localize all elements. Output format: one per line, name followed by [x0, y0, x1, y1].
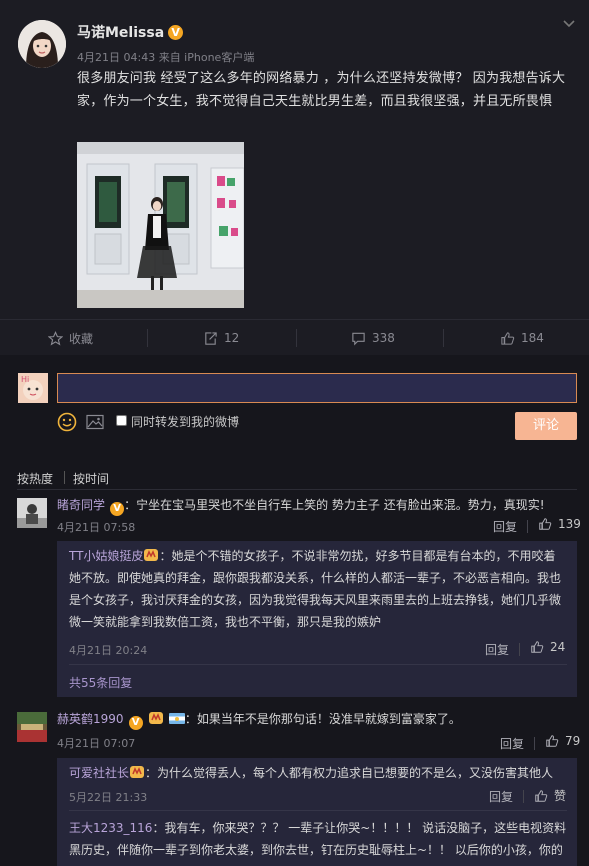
post-text: 很多朋友问我 经受了这么多年的网络暴力 ，为什么还坚持发微博？ 因为我想告诉大家…: [77, 71, 566, 109]
divider: [64, 471, 65, 484]
replier-name[interactable]: 王大1233_116: [69, 821, 152, 835]
comment-text: ：宁坐在宝马里哭也不坐自行车上笑的 势力主子 还有脸出来混。势力，真现实!: [124, 498, 545, 512]
comment-time: 4月21日 07:58: [57, 521, 136, 534]
divider: [443, 329, 444, 347]
reply-thread: TT小姑娘挺皮 ：她是个不错的女孩子，不说非常勿扰，好多节目都是有台本的，不用咬着…: [57, 541, 577, 697]
reply-text: ：为什么觉得丢人，每个人都有权力追求自已想要的不是么，又没伤害其他人: [145, 766, 554, 780]
reply-button[interactable]: 回复: [489, 788, 513, 805]
comment-count: 338: [372, 331, 395, 345]
repost-icon: [205, 331, 217, 345]
verified-badge-icon: V: [168, 25, 184, 40]
divider: [17, 489, 577, 490]
author-name[interactable]: 马诺Melissa: [77, 25, 164, 41]
reply-item: 可爱社社长 ：为什么觉得丢人，每个人都有权力追求自已想要的不是么，又没伤害其他人: [69, 762, 569, 784]
comment-like-button[interactable]: 79: [545, 734, 580, 748]
reply-thread: 可爱社社长 ：为什么觉得丢人，每个人都有权力追求自已想要的不是么，又没伤害其他人 …: [57, 758, 577, 866]
reply-item: TT小姑娘挺皮 ：她是个不错的女孩子，不说非常勿扰，好多节目都是有台本的，不用咬着…: [69, 545, 567, 633]
post-author[interactable]: 马诺Melissa V: [77, 22, 184, 42]
reply-time: 4月21日 20:24: [69, 644, 148, 657]
reply-button[interactable]: 回复: [500, 735, 524, 752]
member-badge-icon: [148, 711, 164, 725]
member-badge-icon: [129, 764, 145, 778]
divider: [296, 329, 297, 347]
more-replies-link[interactable]: 共55条回复: [69, 674, 132, 691]
divider: [527, 520, 528, 533]
author-avatar[interactable]: [18, 20, 66, 68]
replier-name[interactable]: TT小姑娘挺皮: [69, 549, 143, 563]
divider: [147, 329, 148, 347]
repost-count: 12: [224, 331, 240, 345]
reply-like-button[interactable]: 赞: [534, 787, 566, 804]
divider: [523, 790, 524, 803]
my-avatar: Hi: [18, 373, 48, 403]
reply-like-button[interactable]: 24: [530, 640, 565, 654]
verified-badge-icon: V: [128, 716, 143, 730]
comment-text: ：如果当年不是你那句话！没准早就嫁到富豪家了。: [184, 712, 461, 726]
reply-like-count: 24: [550, 640, 566, 654]
comment-like-count: 139: [558, 517, 581, 531]
comment-row: 赫英鹤1990 V ：如果当年不是你那句话！没准早就嫁到富豪家了。: [57, 710, 577, 730]
comment-time: 4月21日 07:07: [57, 737, 136, 750]
flag-icon: [168, 713, 185, 724]
divider: [519, 643, 520, 656]
thumbs-up-icon: [539, 518, 552, 530]
star-icon: [48, 330, 63, 345]
post-meta: 4月21日 04:43 来自 iPhone客户端: [77, 51, 255, 64]
repost-button[interactable]: 12: [203, 320, 239, 356]
favorite-button[interactable]: 收藏: [48, 320, 93, 356]
thumbs-up-icon: [501, 331, 515, 345]
member-badge-icon: [143, 547, 159, 561]
reply-item: 王大1233_116：我有车，你来哭？？？ 一辈子让你哭~！！！！ 说话没脑子，…: [69, 817, 571, 861]
repost-checkbox[interactable]: [116, 415, 127, 426]
sort-by-hot[interactable]: 按热度: [17, 470, 53, 487]
comment-input[interactable]: [57, 373, 577, 403]
emoji-icon[interactable]: [57, 412, 77, 436]
reply-button[interactable]: 回复: [485, 641, 509, 658]
reply-button[interactable]: 回复: [493, 518, 517, 535]
divider: [69, 664, 567, 665]
comment-like-count: 79: [565, 734, 581, 748]
favorite-label: 收藏: [69, 331, 94, 346]
svg-text:Hi: Hi: [21, 375, 29, 384]
commenter-name[interactable]: 睹奇同学: [57, 498, 105, 512]
comment-icon: [352, 332, 365, 345]
comment-like-button[interactable]: 139: [538, 517, 581, 531]
weibo-post: 马诺Melissa V 4月21日 04:43 来自 iPhone客户端 很多朋友…: [0, 0, 589, 355]
sort-by-time[interactable]: 按时间: [73, 470, 109, 487]
post-actions-bar: 收藏 12 338 184: [0, 319, 589, 355]
reply-time: 5月22日 21:33: [69, 791, 148, 804]
divider: [534, 737, 535, 750]
thumbs-up-icon: [535, 789, 548, 802]
comment-row: 睹奇同学 V ：宁坐在宝马里哭也不坐自行车上笑的 势力主子 还有脸出来混。势力，真…: [57, 496, 577, 516]
replier-name[interactable]: 可爱社社长: [69, 766, 129, 780]
comment-button[interactable]: 338: [351, 320, 395, 356]
post-photo[interactable]: [77, 142, 244, 308]
reply-like-label: 赞: [554, 789, 567, 803]
commenter-avatar[interactable]: [17, 712, 47, 742]
verified-badge-icon: V: [110, 502, 125, 516]
repost-checkbox-label: 同时转发到我的微博: [131, 415, 240, 429]
commenter-name[interactable]: 赫英鹤1990: [57, 712, 124, 726]
divider: [69, 810, 567, 811]
comment-submit-button[interactable]: 评论: [515, 412, 577, 440]
like-count: 184: [521, 331, 544, 345]
thumbs-up-icon: [531, 641, 544, 653]
thumbs-up-icon: [546, 735, 559, 747]
commenter-avatar[interactable]: [17, 498, 47, 528]
image-icon[interactable]: [86, 414, 104, 434]
chevron-down-icon[interactable]: [562, 16, 576, 30]
like-button[interactable]: 184: [500, 320, 544, 356]
